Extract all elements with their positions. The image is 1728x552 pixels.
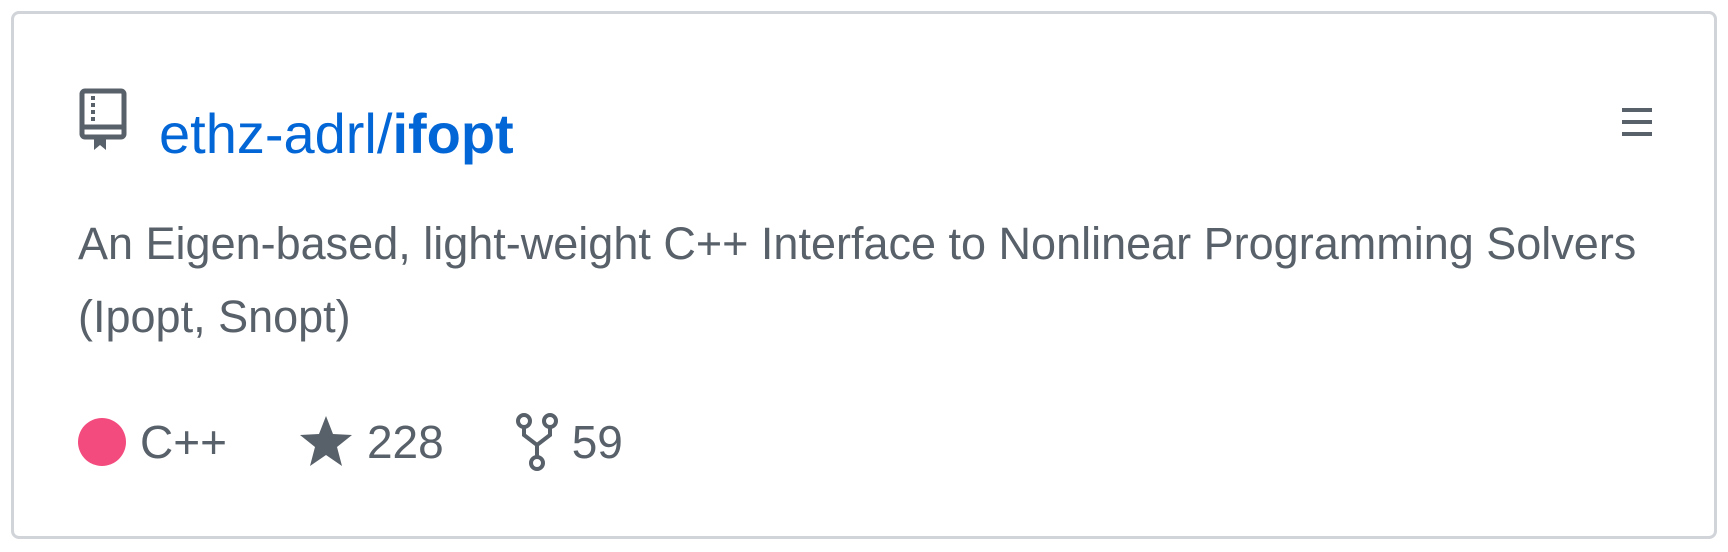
forks-count[interactable]: 59 [515,413,623,471]
repo-name: ifopt [392,102,514,165]
stars-value: 228 [366,416,444,468]
language-color-dot [78,418,126,466]
repo-card: ethz-adrl/ifopt An Eigen-based, light-we… [11,11,1717,539]
book-icon [79,88,127,150]
repo-owner: ethz-adrl/ [159,102,393,165]
stars-count[interactable]: 228 [299,415,444,469]
forks-value: 59 [571,416,623,468]
star-icon [299,416,352,466]
fork-icon [515,413,558,471]
repo-description: An Eigen-based, light-weight C++ Interfa… [78,218,1637,342]
language-indicator: C++ [78,415,227,469]
repo-title-link[interactable]: ethz-adrl/ifopt [159,102,514,166]
repo-meta: C++ 228 59 [78,412,695,472]
language-label: C++ [140,416,227,468]
hamburger-menu-icon[interactable] [1618,104,1656,140]
